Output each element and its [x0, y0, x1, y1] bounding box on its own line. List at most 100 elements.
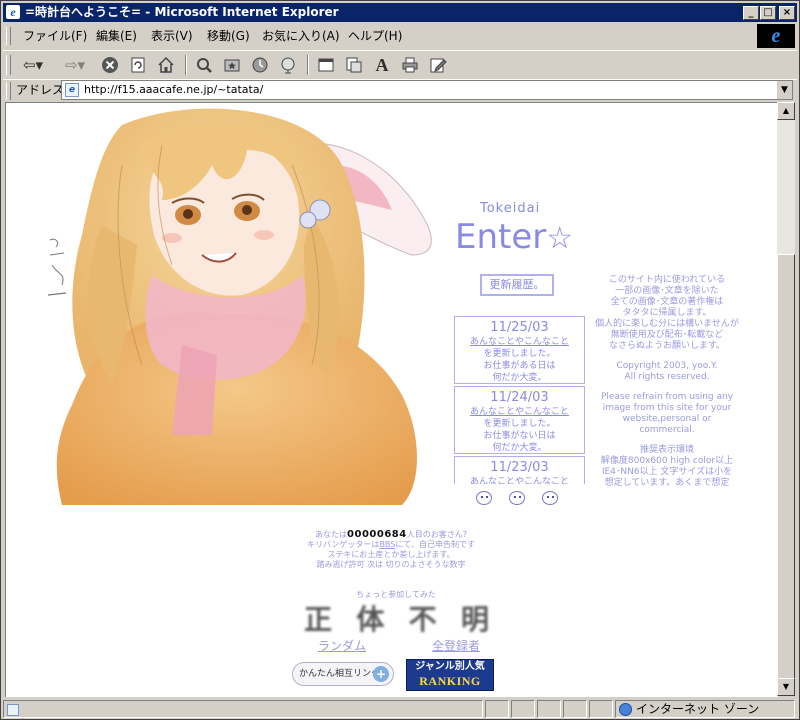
- update-date: 11/24/03: [490, 390, 549, 405]
- search-icon[interactable]: [193, 54, 215, 76]
- minimize-button[interactable]: _: [743, 6, 759, 20]
- counter-text: キリバンゲッターは: [307, 540, 380, 549]
- notice-english: Please refrain from using any: [600, 392, 734, 402]
- back-icon[interactable]: ⇦▾: [17, 54, 49, 76]
- update-link[interactable]: あんなことやこんなこと: [455, 476, 584, 484]
- unknown-identity-banner[interactable]: 正 体 不 明: [304, 598, 489, 638]
- mail-icon[interactable]: [343, 54, 365, 76]
- copyright-notice: このサイト内に使われている 一部の画像･文章を除いた 全ての画像･文章の著作権は…: [588, 275, 746, 489]
- menu-help[interactable]: ヘルプ(H): [348, 29, 402, 43]
- page-icon: e: [65, 83, 79, 97]
- banner-char: 明: [460, 603, 489, 636]
- banner-char: 体: [356, 603, 385, 636]
- env-line: IE4･NN6以上 文字サイズは小を: [601, 467, 733, 477]
- toolbar-grip[interactable]: [6, 55, 11, 75]
- counter-pre: あなたは: [315, 530, 348, 539]
- print-icon[interactable]: [399, 54, 421, 76]
- window-title: =時計台へようこそ= - Microsoft Internet Explorer: [25, 5, 339, 19]
- counter-post: 人目のお客さん?: [406, 530, 467, 539]
- title-bar[interactable]: e =時計台へようこそ= - Microsoft Internet Explor…: [3, 3, 797, 22]
- enter-link[interactable]: Enter☆: [455, 217, 573, 257]
- update-text: お仕事がない日は: [483, 431, 556, 441]
- scroll-down-icon[interactable]: ▼: [777, 678, 795, 696]
- mutual-link-badge[interactable]: かんたん相互リンク +: [292, 662, 394, 686]
- face-icon[interactable]: [509, 491, 525, 505]
- copyright-line: All rights reserved.: [624, 372, 710, 382]
- face-icon[interactable]: [542, 491, 558, 505]
- globe-icon: [619, 703, 632, 716]
- notice-line: このサイト内に使われている: [608, 275, 726, 285]
- star-icon[interactable]: ☆: [546, 221, 573, 256]
- status-text-pane: [3, 700, 483, 718]
- notice-line: 個人的に楽しむ分には構いませんが: [595, 319, 739, 329]
- ranking-badge[interactable]: ジャンル別人気 RANKING: [406, 659, 494, 691]
- status-pane: [485, 700, 509, 718]
- update-entry: 11/23/03 あんなことやこんなこと: [454, 456, 585, 484]
- notice-line: 無断使用及び配布･転載など: [610, 330, 724, 340]
- update-entry: 11/24/03 あんなことやこんなこと を更新しました。 お仕事がない日は 何…: [454, 386, 585, 454]
- page-content: Tokeidai Enter☆ 更新履歴。 11/25/03 あんなことやこんな…: [5, 102, 778, 697]
- update-text: を更新しました。: [483, 419, 556, 429]
- update-text: お仕事がある日は: [483, 361, 556, 371]
- address-label: アドレス: [16, 83, 65, 97]
- plus-icon: +: [373, 666, 389, 682]
- address-input[interactable]: e http://f15.aaacafe.ne.jp/~tatata/ ▼: [61, 80, 793, 100]
- notice-english: commercial.: [639, 425, 695, 435]
- maximize-button[interactable]: □: [760, 6, 776, 20]
- vertical-scrollbar[interactable]: ▲ ▼: [777, 102, 795, 696]
- status-pane: [511, 700, 535, 718]
- face-icon[interactable]: [476, 491, 492, 505]
- update-text: 何だか大変。: [492, 373, 547, 383]
- all-members-link[interactable]: 全登録者: [428, 637, 484, 654]
- site-name: Tokeidai: [480, 201, 541, 216]
- font-icon[interactable]: A: [371, 54, 393, 76]
- menubar-grip[interactable]: [6, 27, 11, 45]
- refresh-icon[interactable]: [127, 54, 149, 76]
- ie-logo: e: [757, 24, 795, 48]
- menu-file[interactable]: ファイル(F): [23, 29, 87, 43]
- counter-text: 踏み逃げ許可 次は 切りのよさそうな数字: [316, 560, 466, 569]
- updates-frame[interactable]: 11/25/03 あんなことやこんなこと を更新しました。 お仕事がある日は 何…: [454, 316, 587, 484]
- status-pane: [563, 700, 587, 718]
- webring-links: ランダム 全登録者: [314, 637, 484, 654]
- bbs-link[interactable]: BBS: [379, 540, 395, 549]
- scroll-up-icon[interactable]: ▲: [777, 102, 795, 120]
- menu-edit[interactable]: 編集(E): [96, 29, 137, 43]
- update-history-button[interactable]: 更新履歴。: [480, 274, 554, 296]
- forward-icon[interactable]: ⇨▾: [59, 54, 91, 76]
- banner-char: 正: [304, 603, 333, 636]
- history-icon[interactable]: [249, 54, 271, 76]
- fullscreen-icon[interactable]: [315, 54, 337, 76]
- browser-window: e =時計台へようこそ= - Microsoft Internet Explor…: [0, 0, 800, 720]
- favorites-icon[interactable]: [221, 54, 243, 76]
- home-icon[interactable]: [155, 54, 177, 76]
- status-pane: [537, 700, 561, 718]
- address-url[interactable]: http://f15.aaacafe.ne.jp/~tatata/: [84, 83, 263, 97]
- notice-english: image from this site for your: [602, 403, 732, 413]
- counter-text: にて、自己申告制です: [395, 540, 475, 549]
- random-link[interactable]: ランダム: [314, 637, 370, 654]
- addressbar-grip[interactable]: [6, 82, 11, 100]
- ranking-top: ジャンル別人気: [415, 661, 485, 672]
- menu-favorites[interactable]: お気に入り(A): [262, 29, 340, 43]
- update-link[interactable]: あんなことやこんなこと: [455, 406, 584, 418]
- env-title: 推奨表示環境: [639, 445, 694, 455]
- enter-label[interactable]: Enter: [455, 217, 546, 257]
- address-dropdown-icon[interactable]: ▼: [776, 81, 792, 99]
- counter-text: ステキにお土産とか差し上げます。: [327, 550, 455, 559]
- visitor-counter: あなたは00000684人目のお客さん? キリバンゲッターはBBSにて、自己申告…: [296, 530, 486, 570]
- close-button[interactable]: ×: [779, 6, 795, 20]
- update-link[interactable]: あんなことやこんなこと: [455, 336, 584, 348]
- update-text: 何だか大変。: [492, 443, 547, 453]
- menu-view[interactable]: 表示(V): [151, 29, 193, 43]
- channels-icon[interactable]: [277, 54, 299, 76]
- edit-icon[interactable]: [427, 54, 449, 76]
- menu-go[interactable]: 移動(G): [207, 29, 250, 43]
- stop-icon[interactable]: [99, 54, 121, 76]
- scroll-thumb[interactable]: [777, 254, 795, 694]
- character-illustration: [47, 108, 432, 505]
- update-date: 11/23/03: [490, 460, 549, 475]
- update-text: を更新しました。: [483, 349, 556, 359]
- zone-pane: インターネット ゾーン: [615, 700, 795, 718]
- banner-char: 不: [408, 603, 437, 636]
